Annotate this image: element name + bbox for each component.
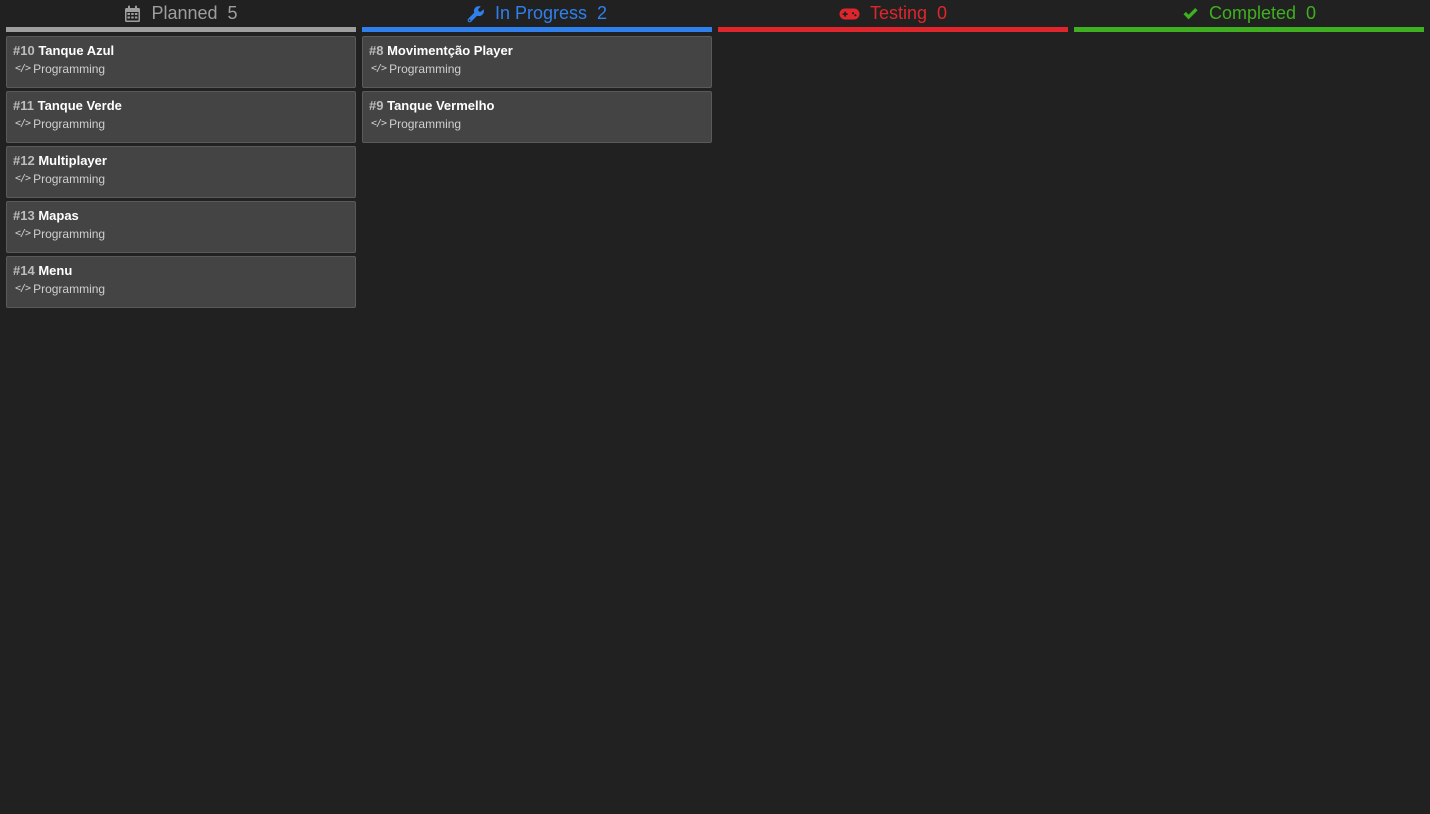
card-tag-label: Programming (389, 117, 462, 131)
card-number: #9 (369, 98, 384, 113)
code-icon: </> (371, 118, 387, 129)
card-number: #12 (13, 153, 35, 168)
card-number: #11 (13, 98, 34, 113)
task-card[interactable]: #10 Tanque Azul </> Programming (6, 36, 356, 88)
column-count: 0 (937, 3, 948, 23)
column-in-progress: In Progress 2 #8 Movimentção Player </> P… (362, 0, 712, 146)
card-tag: </> Programming (13, 281, 355, 297)
column-status-bar (1074, 27, 1424, 32)
card-tag-label: Programming (33, 172, 106, 186)
calendar-icon (124, 5, 141, 23)
task-card[interactable]: #9 Tanque Vermelho </> Programming (362, 91, 712, 143)
column-testing: Testing 0 (718, 0, 1068, 36)
card-list: #10 Tanque Azul </> Programming #11 Tanqu… (6, 36, 356, 308)
card-tag-label: Programming (389, 62, 462, 76)
card-tag-label: Programming (33, 62, 106, 76)
card-title: Tanque Azul (38, 43, 115, 58)
card-tag: </> Programming (13, 61, 355, 77)
card-tag: </> Programming (369, 116, 711, 132)
column-completed: Completed 0 (1074, 0, 1424, 36)
column-header-planned[interactable]: Planned 5 (6, 0, 356, 27)
kanban-board: Planned 5 #10 Tanque Azul </> Programming… (0, 0, 1430, 814)
card-number: #10 (13, 43, 35, 58)
card-title-line: #9 Tanque Vermelho (369, 97, 711, 114)
card-number: #13 (13, 208, 35, 223)
column-header-completed[interactable]: Completed 0 (1074, 0, 1424, 27)
task-card[interactable]: #11 Tanque Verde </> Programming (6, 91, 356, 143)
card-list: #8 Movimentção Player </> Programming #9 … (362, 36, 712, 143)
code-icon: </> (15, 173, 31, 184)
card-tag: </> Programming (13, 171, 355, 187)
task-card[interactable]: #8 Movimentção Player </> Programming (362, 36, 712, 88)
card-title: Mapas (38, 208, 79, 223)
card-title: Movimentção Player (387, 43, 513, 58)
card-title-line: #14 Menu (13, 262, 355, 279)
column-status-bar (718, 27, 1068, 32)
column-title: Completed (1208, 3, 1297, 23)
task-card[interactable]: #13 Mapas </> Programming (6, 201, 356, 253)
column-count: 0 (1306, 3, 1317, 23)
card-title-line: #8 Movimentção Player (369, 42, 711, 59)
column-header-testing[interactable]: Testing 0 (718, 0, 1068, 27)
task-card[interactable]: #14 Menu </> Programming (6, 256, 356, 308)
column-title: Testing (869, 3, 928, 23)
code-icon: </> (15, 63, 31, 74)
card-tag: </> Programming (13, 116, 355, 132)
card-tag-label: Programming (33, 117, 106, 131)
card-tag-label: Programming (33, 282, 106, 296)
card-number: #14 (13, 263, 35, 278)
column-count: 2 (597, 3, 608, 23)
code-icon: </> (15, 118, 31, 129)
column-count: 5 (227, 3, 238, 23)
card-title-line: #11 Tanque Verde (13, 97, 355, 114)
card-title-line: #13 Mapas (13, 207, 355, 224)
card-title: Tanque Verde (37, 98, 122, 113)
card-tag-label: Programming (33, 227, 106, 241)
column-status-bar (362, 27, 712, 32)
card-number: #8 (369, 43, 384, 58)
card-title: Menu (38, 263, 73, 278)
column-title: In Progress (494, 3, 588, 23)
card-title: Multiplayer (38, 153, 107, 168)
card-tag: </> Programming (13, 226, 355, 242)
column-status-bar (6, 27, 356, 32)
code-icon: </> (371, 63, 387, 74)
column-header-in-progress[interactable]: In Progress 2 (362, 0, 712, 27)
check-icon (1182, 7, 1199, 21)
card-title-line: #10 Tanque Azul (13, 42, 355, 59)
code-icon: </> (15, 228, 31, 239)
card-title-line: #12 Multiplayer (13, 152, 355, 169)
wrench-icon (467, 5, 485, 23)
gamepad-icon (839, 7, 860, 21)
card-tag: </> Programming (369, 61, 711, 77)
column-title: Planned (151, 3, 218, 23)
task-card[interactable]: #12 Multiplayer </> Programming (6, 146, 356, 198)
column-planned: Planned 5 #10 Tanque Azul </> Programming… (6, 0, 356, 311)
card-title: Tanque Vermelho (387, 98, 495, 113)
code-icon: </> (15, 283, 31, 294)
